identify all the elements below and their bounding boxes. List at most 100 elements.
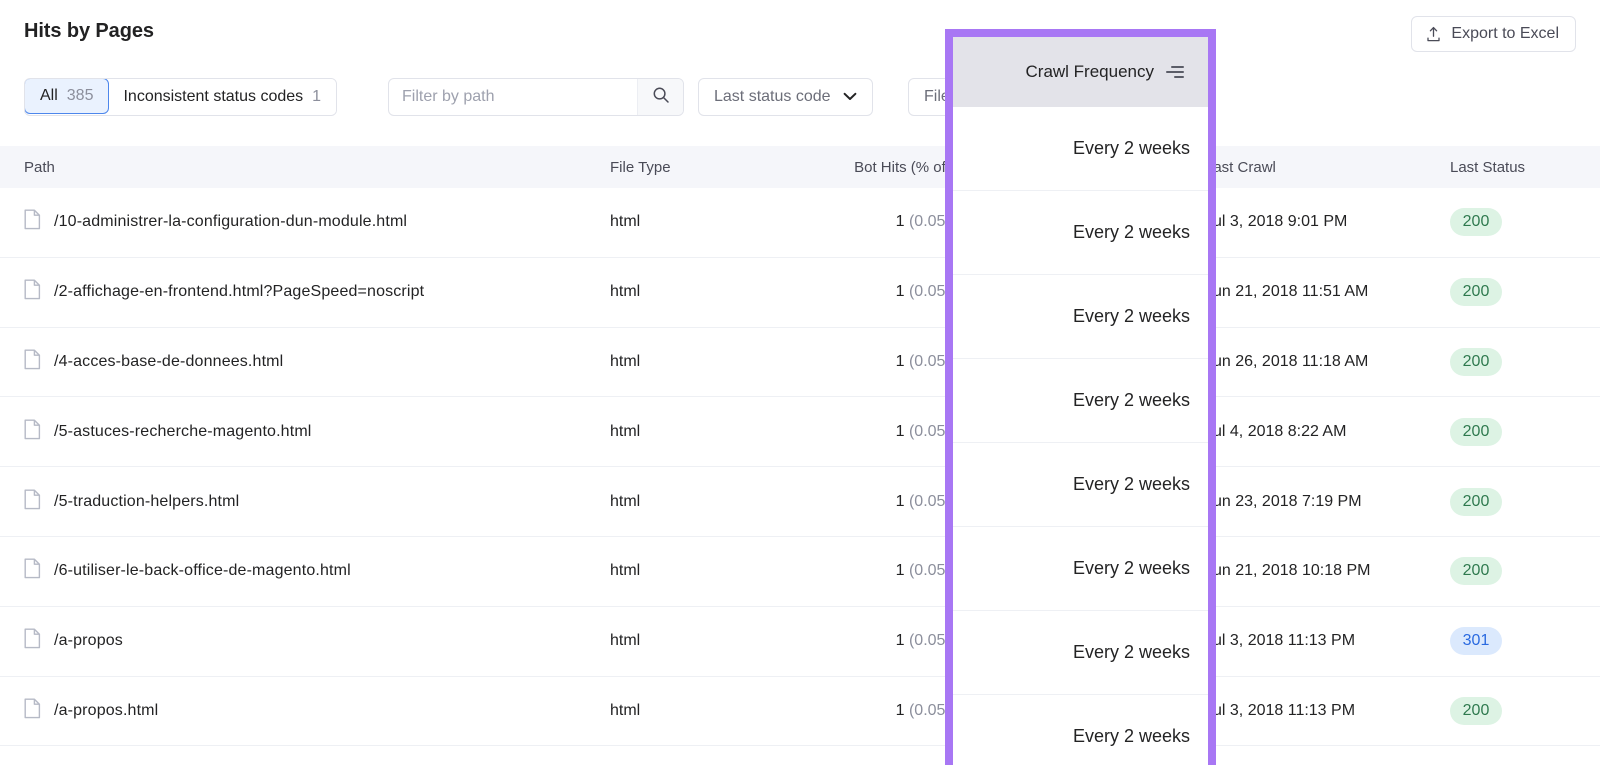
cell-last-status: 200 — [1450, 696, 1600, 725]
table-row[interactable]: /10-administrer-la-configuration-dun-mod… — [0, 188, 1600, 258]
bot-hits-value: 1 — [895, 422, 905, 440]
tab-inconsistent-status-codes[interactable]: Inconsistent status codes 1 — [108, 79, 337, 115]
overlay-value-row: Every 2 weeks — [953, 695, 1208, 765]
overlay-value-row: Every 2 weeks — [953, 359, 1208, 443]
search-input[interactable] — [389, 79, 637, 115]
cell-last-status: 200 — [1450, 208, 1600, 237]
tab-inconsistent-status-codes-count: 1 — [312, 88, 322, 105]
table-row[interactable]: /a-propos.htmlhtml1 (0.05%)Every 2 weeks… — [0, 677, 1600, 747]
cell-file-type: html — [610, 283, 641, 301]
path-link[interactable]: /5-traduction-helpers.html — [54, 493, 239, 511]
file-icon — [24, 279, 41, 305]
table-row[interactable]: /5-traduction-helpers.htmlhtml1 (0.05%)E… — [0, 467, 1600, 537]
bot-hits-value: 1 — [895, 492, 905, 510]
table-row[interactable]: /2-affichage-en-frontend.html?PageSpeed=… — [0, 258, 1600, 328]
status-badge: 200 — [1450, 208, 1502, 237]
cell-file-type: html — [610, 562, 641, 580]
path-link[interactable]: /2-affichage-en-frontend.html?PageSpeed=… — [54, 283, 424, 301]
file-icon — [24, 628, 41, 654]
last-status-code-dropdown[interactable]: Last status code — [698, 78, 873, 116]
file-icon — [24, 349, 41, 375]
cell-file-type: html — [610, 213, 641, 231]
overlay-value-row: Every 2 weeks — [953, 527, 1208, 611]
file-icon — [24, 209, 41, 235]
overlay-column-header[interactable]: Crawl Frequency — [953, 37, 1208, 107]
hits-by-pages-table: Path File Type Bot Hits (% of all Crawl … — [0, 146, 1600, 747]
file-icon — [24, 698, 41, 724]
cell-file-type: html — [610, 492, 641, 510]
bot-hits-value: 1 — [895, 352, 905, 370]
bot-hits-value: 1 — [895, 213, 905, 231]
sort-descending-icon[interactable] — [1166, 65, 1184, 79]
export-to-excel-label: Export to Excel — [1451, 25, 1559, 42]
path-link[interactable]: /10-administrer-la-configuration-dun-mod… — [54, 213, 407, 231]
overlay-value-row: Every 2 weeks — [953, 443, 1208, 527]
status-badge: 301 — [1450, 627, 1502, 656]
hits-by-pages-page: Hits by Pages Export to Excel All 385 In… — [0, 0, 1600, 765]
column-header-last-crawl[interactable]: Last Crawl — [1205, 159, 1450, 176]
cell-file-type: html — [610, 701, 641, 719]
status-badge: 200 — [1450, 417, 1502, 446]
upload-icon — [1425, 26, 1442, 43]
status-badge: 200 — [1450, 696, 1502, 725]
file-icon — [24, 489, 41, 515]
column-header-last-status[interactable]: Last Status — [1450, 159, 1600, 176]
cell-path: /10-administrer-la-configuration-dun-mod… — [0, 209, 610, 235]
path-link[interactable]: /a-propos — [54, 632, 123, 650]
overlay-value-row: Every 2 weeks — [953, 107, 1208, 191]
path-link[interactable]: /a-propos.html — [54, 702, 158, 720]
table-row[interactable]: /6-utiliser-le-back-office-de-magento.ht… — [0, 537, 1600, 607]
cell-last-crawl: Jul 3, 2018 9:01 PM — [1205, 213, 1450, 231]
column-header-path[interactable]: Path — [0, 159, 610, 176]
status-badge: 200 — [1450, 557, 1502, 586]
file-icon — [24, 558, 41, 584]
last-crawl-value: Jul 3, 2018 11:13 PM — [1205, 701, 1356, 719]
export-to-excel-button[interactable]: Export to Excel — [1411, 16, 1576, 52]
search-button[interactable] — [637, 79, 683, 115]
cell-path: /5-astuces-recherche-magento.html — [0, 419, 610, 445]
cell-last-status: 200 — [1450, 487, 1600, 516]
last-status-code-label: Last status code — [714, 88, 831, 105]
column-header-file-type[interactable]: File Type — [610, 159, 815, 176]
last-crawl-value: Jul 3, 2018 9:01 PM — [1205, 213, 1348, 231]
overlay-column-values: Every 2 weeks Every 2 weeks Every 2 weeks E… — [953, 107, 1208, 765]
cell-path: /2-affichage-en-frontend.html?PageSpeed=… — [0, 279, 610, 305]
cell-file-type: html — [610, 352, 641, 370]
status-badge: 200 — [1450, 278, 1502, 307]
crawl-frequency-highlight-overlay: Crawl Frequency Every 2 weeks Every 2 wee… — [945, 29, 1216, 765]
tab-all-count: 385 — [66, 87, 94, 104]
search-icon — [652, 86, 670, 109]
path-link[interactable]: /4-acces-base-de-donnees.html — [54, 353, 283, 371]
chevron-down-icon — [843, 88, 857, 106]
cell-path: /5-traduction-helpers.html — [0, 489, 610, 515]
table-row[interactable]: /a-proposhtml1 (0.05%)Every 2 weeksJul 3… — [0, 607, 1600, 677]
overlay-value-row: Every 2 weeks — [953, 275, 1208, 359]
table-row[interactable]: /4-acces-base-de-donnees.html html 1 (0.05… — [0, 328, 1600, 398]
overlay-column-header-label: Crawl Frequency — [1025, 62, 1155, 81]
cell-path: /a-propos.html — [0, 698, 610, 724]
cell-last-crawl: Jun 21, 2018 10:18 PM — [1205, 562, 1450, 580]
file-icon — [24, 419, 41, 445]
cell-last-status: 200 — [1450, 557, 1600, 586]
cell-last-crawl: Jul 4, 2018 8:22 AM — [1205, 423, 1450, 441]
tab-all[interactable]: All 385 — [25, 79, 110, 114]
path-link[interactable]: /5-astuces-recherche-magento.html — [54, 423, 312, 441]
cell-last-status: 200 — [1450, 278, 1600, 307]
table-row[interactable]: /5-astuces-recherche-magento.html html 1 (… — [0, 397, 1600, 468]
bot-hits-value: 1 — [895, 632, 905, 650]
last-crawl-value: Jul 3, 2018 11:13 PM — [1205, 632, 1356, 650]
cell-last-crawl: Jun 21, 2018 11:51 AM — [1205, 283, 1450, 301]
overlay-value-row: Every 2 weeks — [953, 191, 1208, 275]
cell-last-status: 200 — [1450, 417, 1600, 446]
cell-last-crawl: Jul 3, 2018 11:13 PM — [1205, 702, 1450, 720]
cell-path: /4-acces-base-de-donnees.html — [0, 349, 610, 375]
cell-last-crawl: Jun 23, 2018 7:19 PM — [1205, 493, 1450, 511]
overlay-value-row: Every 2 weeks — [953, 611, 1208, 695]
status-badge: 200 — [1450, 347, 1502, 376]
table-body: /10-administrer-la-configuration-dun-mod… — [0, 188, 1600, 747]
bot-hits-value: 1 — [895, 562, 905, 580]
path-link[interactable]: /6-utiliser-le-back-office-de-magento.ht… — [54, 562, 351, 580]
filter-toolbar: All 385 Inconsistent status codes 1 Last — [0, 78, 1600, 116]
tab-inconsistent-status-codes-label: Inconsistent status codes — [123, 88, 304, 105]
cell-file-type: html — [610, 632, 641, 650]
